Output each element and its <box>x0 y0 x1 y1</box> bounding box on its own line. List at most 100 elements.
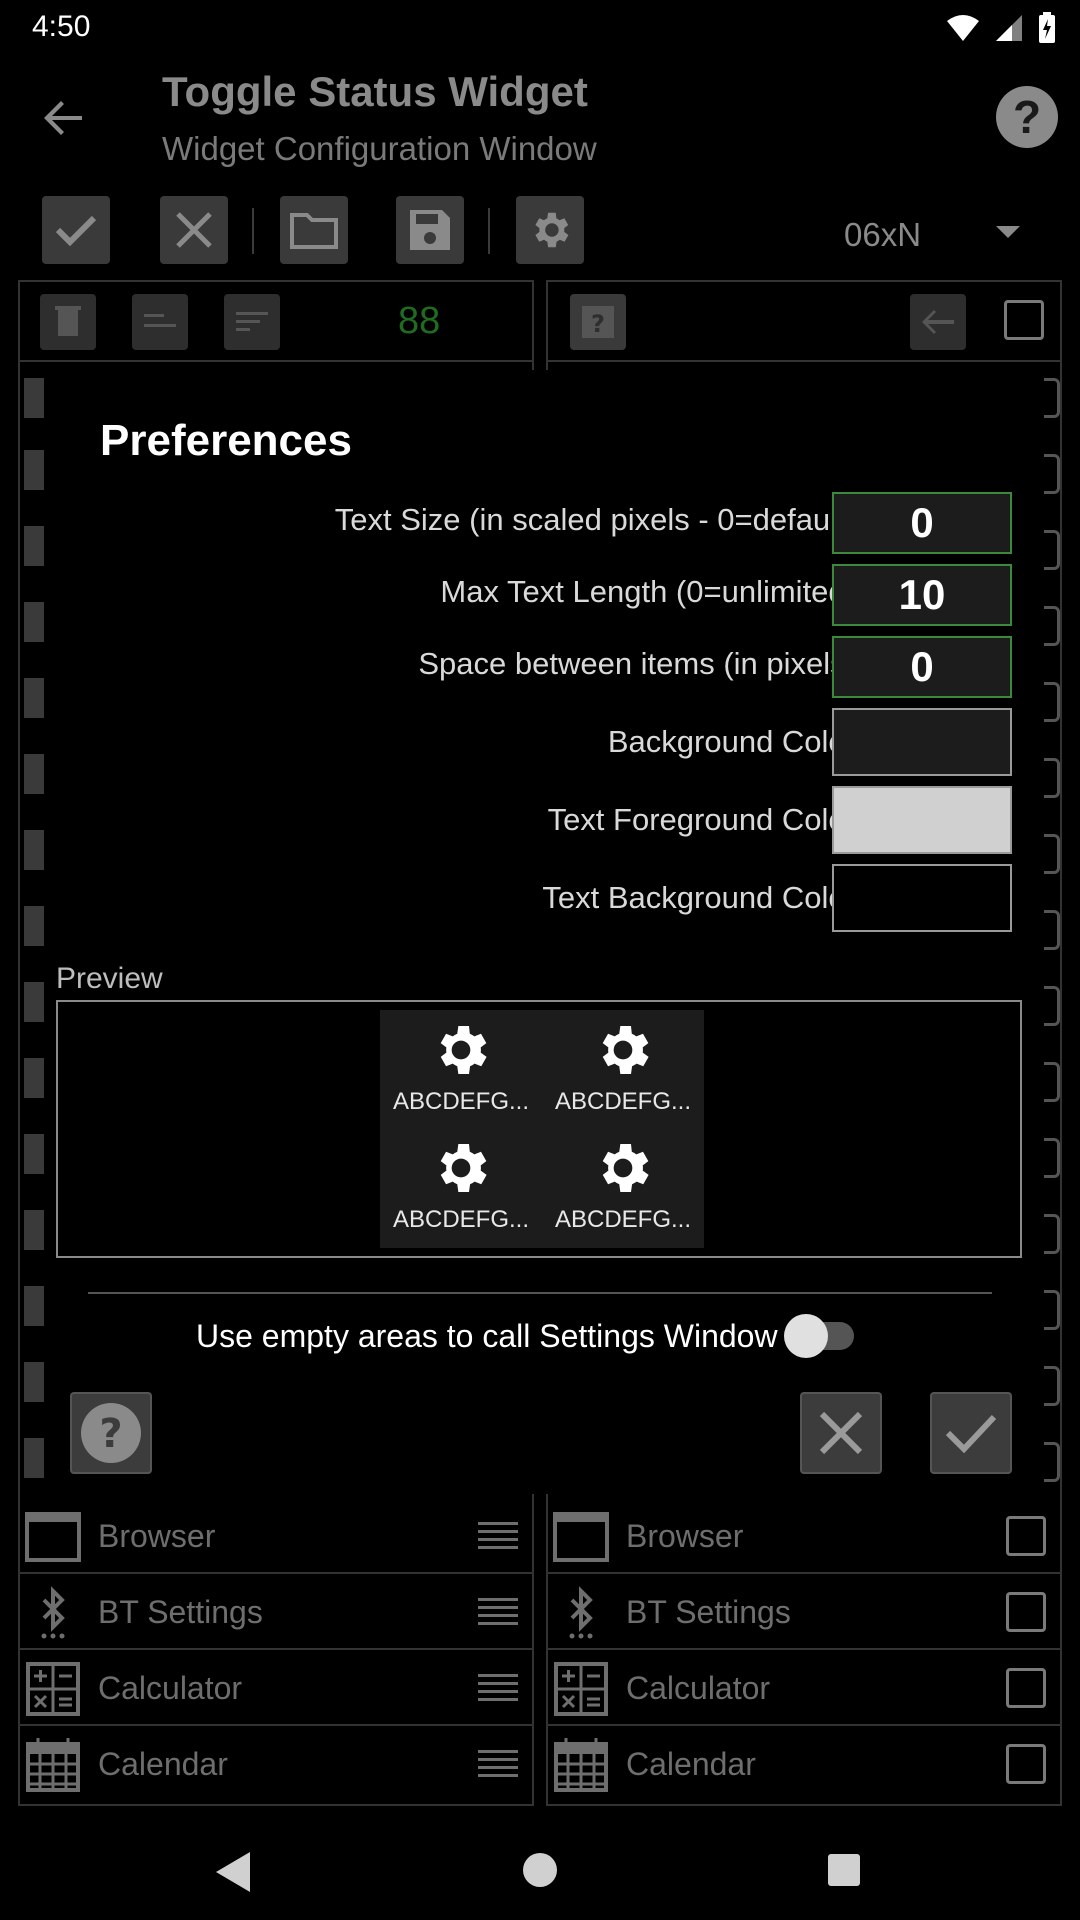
list-item-fragment <box>24 526 44 566</box>
checkbox-fragment <box>1044 682 1060 722</box>
calculator-icon <box>26 1662 80 1716</box>
list-item[interactable]: Browser <box>548 1500 1060 1574</box>
max-text-length-input[interactable]: 10 <box>832 564 1012 626</box>
align-left-icon <box>144 314 176 327</box>
preview-widget: ABCDEFG... ABCDEFG... ABCDEFG... ABCDEFG… <box>380 1010 704 1248</box>
preview-label: Preview <box>56 962 163 995</box>
background-color-swatch[interactable] <box>832 708 1012 776</box>
drag-handle-icon[interactable] <box>478 1750 518 1780</box>
drag-handle-icon[interactable] <box>478 1522 518 1552</box>
preview-frame: ABCDEFG... ABCDEFG... ABCDEFG... ABCDEFG… <box>56 1000 1022 1258</box>
list-item[interactable]: Calculator <box>20 1652 532 1726</box>
list-item-fragment <box>24 1210 44 1250</box>
nav-home-icon[interactable] <box>520 1850 560 1890</box>
align-left-button[interactable] <box>132 294 188 350</box>
delete-button[interactable] <box>40 294 96 350</box>
dialog-title: Preferences <box>100 416 352 465</box>
confirm-button[interactable] <box>42 196 110 264</box>
select-all-checkbox[interactable] <box>1004 300 1044 340</box>
list-item[interactable]: BT Settings <box>548 1576 1060 1650</box>
preview-item-label: ABCDEFG... <box>554 1088 692 1115</box>
list-item[interactable]: Browser <box>20 1500 532 1574</box>
list-item[interactable]: Calculator <box>548 1652 1060 1726</box>
mode-selector[interactable]: 06xN <box>844 216 921 254</box>
svg-text:?: ? <box>99 1411 122 1457</box>
browser-icon <box>553 1512 609 1562</box>
back-arrow-icon[interactable] <box>42 96 86 140</box>
preview-item-label: ABCDEFG... <box>392 1088 530 1115</box>
preview-item-label: ABCDEFG... <box>392 1206 530 1233</box>
nav-back-icon[interactable] <box>214 1850 254 1894</box>
toggle-thumb[interactable] <box>784 1314 828 1358</box>
navigation-bar <box>0 1820 1080 1920</box>
help-button[interactable]: ? <box>570 294 626 350</box>
gear-icon <box>440 1144 487 1192</box>
list-item[interactable]: Calendar <box>20 1728 532 1802</box>
help-icon: ? <box>81 1403 141 1463</box>
checkbox-fragment <box>1044 986 1060 1026</box>
checkbox-fragment <box>1044 1138 1060 1178</box>
text-background-color-swatch[interactable] <box>832 864 1012 932</box>
sort-icon <box>236 312 268 331</box>
item-checkbox[interactable] <box>1006 1744 1046 1784</box>
text-size-input[interactable]: 0 <box>832 492 1012 554</box>
checkbox-fragment <box>1044 1366 1060 1406</box>
bluetooth-icon <box>569 1586 593 1639</box>
list-item-fragment <box>24 1058 44 1098</box>
panel-header: 88 <box>20 282 532 362</box>
open-button[interactable] <box>280 196 348 264</box>
dialog-help-button[interactable]: ? <box>70 1392 152 1474</box>
close-icon <box>819 1411 863 1455</box>
list-item[interactable]: BT Settings <box>20 1576 532 1650</box>
list-item-fragment <box>24 378 44 418</box>
list-item-fragment <box>24 754 44 794</box>
settings-button[interactable] <box>516 196 584 264</box>
app-help-button[interactable]: ? <box>996 86 1058 148</box>
app-subtitle: Widget Configuration Window <box>162 130 597 167</box>
checkbox-fragment <box>1044 606 1060 646</box>
text-foreground-color-swatch[interactable] <box>832 786 1012 854</box>
back-arrow-icon <box>922 310 954 334</box>
item-checkbox[interactable] <box>1006 1668 1046 1708</box>
cancel-button[interactable] <box>160 196 228 264</box>
item-checkbox[interactable] <box>1006 1516 1046 1556</box>
list-item-label: Browser <box>98 1518 216 1554</box>
back-button[interactable] <box>910 294 966 350</box>
sort-button[interactable] <box>224 294 280 350</box>
checkbox-fragment <box>1044 1214 1060 1254</box>
item-spacing-label: Space between items (in pixels) <box>418 646 856 681</box>
text-foreground-color-row: Text Foreground Color <box>46 786 1024 854</box>
folder-icon <box>290 213 338 249</box>
list-item-fragment <box>24 678 44 718</box>
preview-item: ABCDEFG... <box>380 1010 542 1128</box>
item-spacing-input[interactable]: 0 <box>832 636 1012 698</box>
item-checkbox[interactable] <box>1006 1592 1046 1632</box>
preview-item: ABCDEFG... <box>542 1128 704 1246</box>
list-item-label: BT Settings <box>98 1594 263 1630</box>
dialog-cancel-button[interactable] <box>800 1392 882 1474</box>
list-item-fragment <box>24 1438 44 1478</box>
list-item-label: Calculator <box>626 1670 771 1706</box>
list-item-fragment <box>24 982 44 1022</box>
background-color-label: Background Color <box>607 724 856 759</box>
empty-area-toggle-label: Use empty areas to call Settings Window <box>196 1318 778 1354</box>
drag-handle-icon[interactable] <box>478 1598 518 1628</box>
list-item[interactable]: Calendar <box>548 1728 1060 1802</box>
calendar-icon <box>554 1738 608 1792</box>
app-bar: Toggle Status Widget Widget Configuratio… <box>0 56 1080 186</box>
dialog-ok-button[interactable] <box>930 1392 1012 1474</box>
toolbar-separator <box>252 208 254 254</box>
browser-icon <box>25 1512 81 1562</box>
nav-recents-icon[interactable] <box>826 1852 862 1888</box>
status-time: 4:50 <box>32 10 91 43</box>
text-size-row: Text Size (in scaled pixels - 0=default)… <box>46 492 1024 554</box>
text-background-color-label: Text Background Color <box>542 880 856 915</box>
gear-icon <box>440 1026 487 1074</box>
calculator-icon <box>554 1662 608 1716</box>
save-button[interactable] <box>396 196 464 264</box>
chevron-down-icon[interactable] <box>996 226 1020 238</box>
app-title: Toggle Status Widget <box>162 68 588 115</box>
drag-handle-icon[interactable] <box>478 1674 518 1704</box>
checkbox-fragment <box>1044 1062 1060 1102</box>
preferences-dialog: Preferences Text Size (in scaled pixels … <box>46 370 1024 1494</box>
